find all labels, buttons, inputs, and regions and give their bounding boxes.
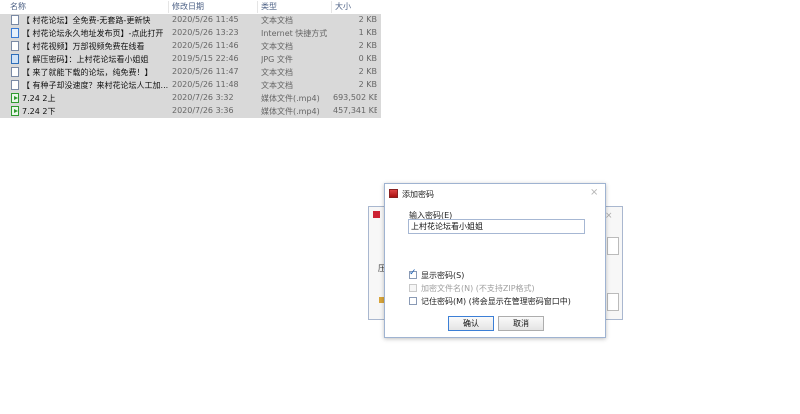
background-dialog-field[interactable] [607,237,619,255]
file-type: Internet 快捷方式 [261,29,328,38]
file-size: 2 KB [358,41,377,50]
file-row[interactable]: 【 解压密码】：上村花论坛看小姐姐 2019/5/15 22:46 JPG 文件 0 … [0,53,381,66]
background-dialog-button[interactable] [607,293,619,311]
file-date: 2020/5/26 11:48 [172,80,239,89]
file-size: 2 KB [358,80,377,89]
file-name: 【 村花论坛永久地址发布页】-点此打开 [22,29,164,38]
file-date: 2020/5/26 13:23 [172,28,239,37]
file-name: 【 解压密码】：上村花论坛看小姐姐 [22,55,149,64]
text-file-icon [11,67,19,77]
file-name: 【 村花论坛】全免费-无套路-更新快 [22,16,151,25]
file-type: 媒体文件(.mp4) [261,94,320,103]
encrypt-filenames-checkbox [409,284,417,292]
file-size: 0 KB [358,54,377,63]
remember-password-label[interactable]: 记住密码(M) (将会显示在管理密码窗口中) [421,296,571,307]
internet-shortcut-icon [11,28,19,38]
file-size: 1 KB [358,28,377,37]
file-date: 2020/5/26 11:46 [172,41,239,50]
column-header-type[interactable]: 类型 [261,1,277,12]
column-divider[interactable] [331,1,332,13]
file-name: 【 有种子却没速度？来村花论坛人工加... [22,81,168,90]
column-header-size[interactable]: 大小 [335,1,351,12]
file-row[interactable]: 7.24 2下 2020/7/26 3:36 媒体文件(.mp4) 457,341 K… [0,105,381,118]
file-row[interactable]: 【 来了就能下载的论坛，纯免费！】 2020/5/26 11:47 文本文档 2 KB [0,66,381,79]
file-type: 文本文档 [261,81,293,90]
winrar-icon [389,189,398,198]
file-size: 693,502 KB [333,93,377,102]
file-row[interactable]: 【 村花论坛永久地址发布页】-点此打开 2020/5/26 13:23 Intern… [0,27,381,40]
cancel-button[interactable]: 取消 [498,316,544,331]
file-name: 7.24 2下 [22,107,56,116]
show-password-label[interactable]: 显示密码(S) [421,270,464,281]
column-header-date[interactable]: 修改日期 [172,1,204,12]
file-type: 文本文档 [261,16,293,25]
file-date: 2020/5/26 11:45 [172,15,239,24]
show-password-checkbox[interactable] [409,268,417,279]
file-size: 457,341 KB [333,106,377,115]
file-type: JPG 文件 [261,55,293,64]
close-icon[interactable]: ⨯ [605,211,613,221]
file-name: 【 村花视频】万部视频免费在线看 [22,42,145,51]
file-date: 2020/7/26 3:32 [172,93,234,102]
file-row[interactable]: 【 村花视频】万部视频免费在线看 2020/5/26 11:46 文本文档 2 KB [0,40,381,53]
ok-button[interactable]: 确认 [448,316,494,331]
file-size: 2 KB [358,15,377,24]
image-file-icon [11,54,19,64]
app-icon [373,211,380,218]
file-date: 2020/5/26 11:47 [172,67,239,76]
text-file-icon [11,41,19,51]
file-type: 文本文档 [261,42,293,51]
column-divider[interactable] [257,1,258,13]
column-header-name[interactable]: 名称 [10,1,26,12]
file-list-header: 名称 修改日期 类型 大小 [0,0,381,14]
video-file-icon [11,93,19,103]
add-password-dialog: 添加密码 ⨯ 输入密码(E) 显示密码(S) 加密文件名(N) (不支持ZIP格… [384,183,606,338]
text-file-icon [11,80,19,90]
file-name: 【 来了就能下载的论坛，纯免费！】 [22,68,153,77]
password-input[interactable] [408,219,585,234]
remember-password-checkbox[interactable] [409,297,417,305]
file-list: 名称 修改日期 类型 大小 【 村花论坛】全免费-无套路-更新快 2020/5/2… [0,0,381,118]
column-divider[interactable] [168,1,169,13]
text-file-icon [11,15,19,25]
file-date: 2020/7/26 3:36 [172,106,234,115]
file-size: 2 KB [358,67,377,76]
file-row[interactable]: 7.24 2上 2020/7/26 3:32 媒体文件(.mp4) 693,502 K… [0,92,381,105]
file-date: 2019/5/15 22:46 [172,54,239,63]
file-type: 媒体文件(.mp4) [261,107,320,116]
dialog-titlebar[interactable]: 添加密码 ⨯ [385,184,605,202]
file-type: 文本文档 [261,68,293,77]
file-row[interactable]: 【 村花论坛】全免费-无套路-更新快 2020/5/26 11:45 文本文档 2 K… [0,14,381,27]
file-name: 7.24 2上 [22,94,56,103]
close-icon[interactable]: ⨯ [590,187,598,198]
video-file-icon [11,106,19,116]
encrypt-filenames-label: 加密文件名(N) (不支持ZIP格式) [421,284,535,293]
dialog-title: 添加密码 [402,190,434,199]
file-row[interactable]: 【 有种子却没速度？来村花论坛人工加... 2020/5/26 11:48 文本文档… [0,79,381,92]
